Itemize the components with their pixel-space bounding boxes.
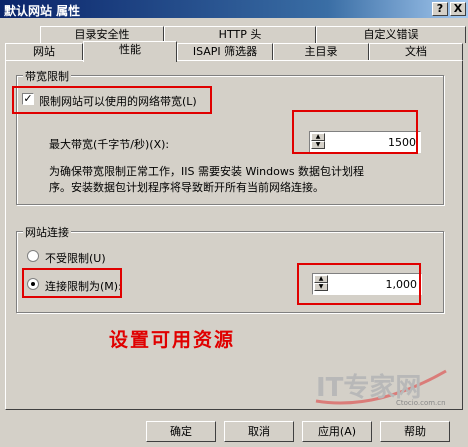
unlimited-radio[interactable]: [27, 250, 39, 262]
help-button[interactable]: 帮助: [380, 421, 450, 442]
tab-documents[interactable]: 文档: [369, 43, 463, 60]
window-title: 默认网站 属性: [4, 4, 81, 18]
bandwidth-note: 为确保带宽限制正常工作，IIS 需要安装 Windows 数据包计划程 序。安装…: [49, 165, 365, 194]
help-icon[interactable]: ?: [432, 2, 448, 16]
tab-performance[interactable]: 性能: [83, 41, 177, 62]
close-icon[interactable]: X: [450, 2, 466, 16]
apply-button[interactable]: 应用(A): [302, 421, 372, 442]
highlight-max-bandwidth: [292, 110, 418, 154]
watermark-site: Ctocio.com.cn: [396, 399, 446, 407]
highlight-limit-connections: [22, 268, 122, 298]
annotation-text: 设置可用资源: [109, 329, 236, 351]
title-bar: 默认网站 属性 ? X: [0, 0, 468, 18]
unlimited-label: 不受限制(U): [45, 252, 106, 265]
ok-button[interactable]: 确定: [146, 421, 216, 442]
tab-website[interactable]: 网站: [5, 43, 83, 60]
watermark-logo: IT专家网 Ctocio.com.cn: [296, 361, 456, 409]
tab-isapi-filters[interactable]: ISAPI 筛选器: [177, 43, 273, 60]
tab-home-directory[interactable]: 主目录: [273, 43, 369, 60]
bandwidth-group-label: 带宽限制: [23, 68, 71, 84]
highlight-connection-limit: [297, 263, 421, 305]
connections-group-label: 网站连接: [23, 224, 71, 240]
cancel-button[interactable]: 取消: [224, 421, 294, 442]
tab-custom-errors[interactable]: 自定义错误: [316, 26, 466, 43]
tab-http-headers[interactable]: HTTP 头: [164, 26, 316, 43]
max-bandwidth-label: 最大带宽(千字节/秒)(X):: [49, 138, 170, 151]
highlight-limit-bandwidth: [12, 86, 212, 114]
